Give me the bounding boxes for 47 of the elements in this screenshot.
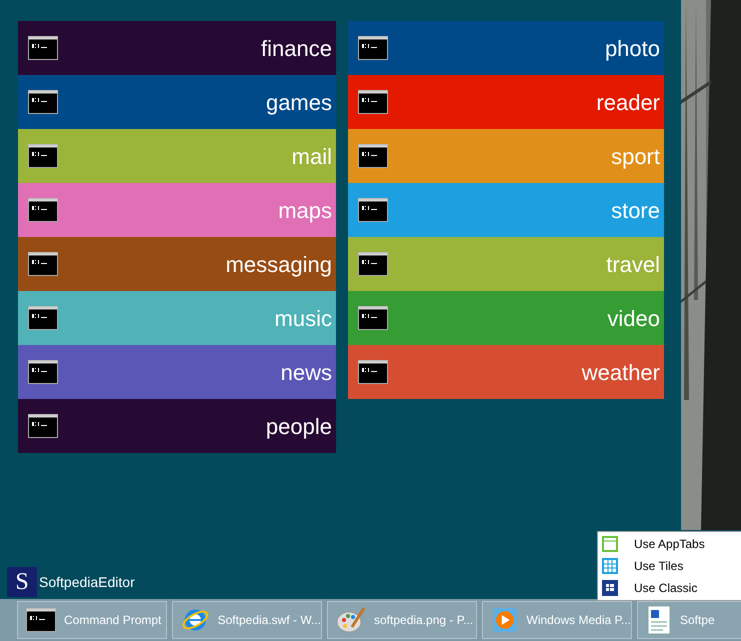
taskbar-button[interactable]: softpedia.png - P... xyxy=(327,601,477,639)
console-icon xyxy=(358,144,388,168)
app-tile[interactable]: messaging xyxy=(18,237,336,291)
console-icon xyxy=(358,36,388,60)
app-tile[interactable]: travel xyxy=(348,237,664,291)
taskbar-button[interactable]: Command Prompt xyxy=(17,601,167,639)
taskbar-button[interactable]: Softpedia.swf - W... xyxy=(172,601,322,639)
app-tile[interactable]: reader xyxy=(348,75,664,129)
app-tile[interactable]: news xyxy=(18,345,336,399)
app-tile[interactable]: finance xyxy=(18,21,336,75)
taskbar-button[interactable]: Windows Media P... xyxy=(482,601,632,639)
taskbar-button[interactable]: Softpe xyxy=(637,601,741,639)
console-icon xyxy=(28,306,58,330)
app-tile[interactable]: photo xyxy=(348,21,664,75)
console-icon xyxy=(358,306,388,330)
menu-item[interactable]: Use Tiles xyxy=(598,555,741,577)
console-icon xyxy=(28,414,58,438)
menu-item[interactable]: Use Classic xyxy=(598,577,741,599)
console-icon xyxy=(28,36,58,60)
menu-item[interactable]: Use AppTabs xyxy=(598,533,741,555)
app-tile[interactable]: mail xyxy=(18,129,336,183)
panel-icon xyxy=(602,536,618,552)
app-tile[interactable]: people xyxy=(18,399,336,453)
console-icon xyxy=(28,90,58,114)
app-tile[interactable]: video xyxy=(348,291,664,345)
console-icon xyxy=(28,252,58,276)
app-tile[interactable]: music xyxy=(18,291,336,345)
console-icon xyxy=(358,360,388,384)
app-tile[interactable]: weather xyxy=(348,345,664,399)
console-icon xyxy=(28,360,58,384)
palette-icon xyxy=(336,605,366,635)
console-icon xyxy=(358,198,388,222)
console-icon xyxy=(26,608,56,632)
play-icon xyxy=(491,606,518,634)
console-icon xyxy=(358,252,388,276)
grid-icon xyxy=(602,558,618,574)
document-icon xyxy=(646,605,672,635)
app-tile[interactable]: sport xyxy=(348,129,664,183)
console-icon xyxy=(358,90,388,114)
windows-icon xyxy=(602,580,618,596)
user-name: SoftpediaEditor xyxy=(39,572,135,592)
app-tile[interactable]: games xyxy=(18,75,336,129)
app-tile[interactable]: maps xyxy=(18,183,336,237)
console-icon xyxy=(28,144,58,168)
user-avatar: S xyxy=(7,567,37,597)
console-icon xyxy=(28,198,58,222)
app-tile[interactable]: store xyxy=(348,183,664,237)
